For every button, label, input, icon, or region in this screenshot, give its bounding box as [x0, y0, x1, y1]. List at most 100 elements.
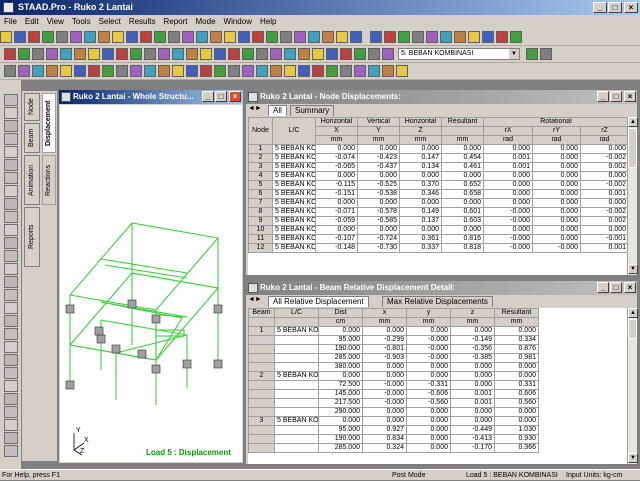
value-cell[interactable]: 0.000 [532, 225, 581, 235]
value-cell[interactable]: 0.000 [450, 416, 495, 426]
value-cell[interactable]: 0.000 [406, 326, 451, 336]
value-cell[interactable]: 0.149 [399, 207, 442, 217]
value-cell[interactable]: 217.500 [318, 398, 363, 408]
table-row[interactable]: 15 BEBAN KO 0.000 0.000 0.000 0.000 0.000 0.00… [248, 144, 628, 154]
value-cell[interactable]: -0.149 [450, 335, 495, 345]
lc-cell[interactable] [274, 389, 319, 399]
zoom-icon[interactable] [242, 65, 254, 77]
value-cell[interactable]: -0.299 [362, 335, 407, 345]
value-cell[interactable]: 0.001 [483, 153, 533, 163]
node-id-cell[interactable]: 7 [248, 198, 273, 208]
value-cell[interactable]: 0.001 [579, 243, 628, 253]
redo-icon[interactable] [228, 65, 240, 77]
beam-relative-displacement-window[interactable]: Ruko 2 Lantai - Beam Relative Displaceme… [245, 280, 638, 465]
value-cell[interactable]: 0.000 [362, 371, 407, 381]
menu-view[interactable]: View [43, 15, 68, 29]
value-cell[interactable]: -0.423 [357, 153, 400, 163]
value-cell[interactable]: 0.000 [406, 425, 451, 435]
value-cell[interactable]: 0.834 [362, 434, 407, 444]
redo-icon[interactable] [60, 65, 72, 77]
value-cell[interactable]: -0.065 [315, 162, 358, 172]
value-cell[interactable]: 95.000 [318, 335, 363, 345]
print-icon[interactable] [210, 31, 222, 43]
value-cell[interactable]: 0.000 [532, 153, 581, 163]
value-cell[interactable]: -0.148 [315, 243, 358, 253]
value-cell[interactable]: -0.801 [362, 344, 407, 354]
rotate-icon[interactable] [116, 48, 128, 60]
save-icon[interactable] [340, 48, 352, 60]
value-cell[interactable]: 0.000 [441, 198, 484, 208]
value-cell[interactable]: 0.000 [494, 362, 539, 372]
lc-cell[interactable] [274, 425, 319, 435]
open-folder-icon[interactable] [298, 65, 310, 77]
redo-icon[interactable] [112, 31, 124, 43]
value-cell[interactable]: 0.137 [399, 216, 442, 226]
value-cell[interactable]: -0.000 [483, 243, 533, 253]
new-file-icon[interactable] [312, 48, 324, 60]
node-id-cell[interactable]: 9 [248, 216, 273, 226]
value-cell[interactable]: 0.366 [494, 443, 539, 453]
value-cell[interactable]: -0.356 [450, 344, 495, 354]
beam-id-cell[interactable] [248, 434, 275, 444]
lc-cell[interactable]: 5 BEBAN KO [272, 153, 316, 163]
value-cell[interactable]: 0.346 [399, 189, 442, 199]
value-cell[interactable]: -0.170 [450, 443, 495, 453]
paste-icon[interactable] [32, 65, 44, 77]
open-folder-icon[interactable] [130, 65, 142, 77]
value-cell[interactable]: 0.000 [406, 443, 451, 453]
paste-icon[interactable] [368, 65, 380, 77]
value-cell[interactable]: -0.000 [362, 389, 407, 399]
new-file-icon[interactable] [116, 65, 128, 77]
value-cell[interactable]: 0.000 [494, 416, 539, 426]
beam-id-cell[interactable]: 3 [248, 416, 275, 426]
tool-icon[interactable] [4, 432, 18, 444]
cut-icon[interactable] [172, 65, 184, 77]
value-cell[interactable]: 0.000 [532, 171, 581, 181]
print-icon[interactable] [398, 31, 410, 43]
new-file-icon[interactable] [168, 31, 180, 43]
select-icon[interactable] [270, 65, 282, 77]
node-id-cell[interactable]: 12 [248, 243, 273, 253]
copy-icon[interactable] [238, 31, 250, 43]
table-row[interactable]: 35 BEBAN KO 0.000 0.000 0.000 0.000 0.000 [248, 416, 539, 426]
node-id-cell[interactable]: 2 [248, 153, 273, 163]
value-cell[interactable]: 0.000 [357, 171, 400, 181]
value-cell[interactable]: 72.500 [318, 380, 363, 390]
beam-id-cell[interactable] [248, 425, 275, 435]
cut-icon[interactable] [412, 31, 424, 43]
cut-icon[interactable] [540, 48, 552, 60]
value-cell[interactable]: 0.000 [357, 198, 400, 208]
tool-icon[interactable] [4, 354, 18, 366]
open-folder-icon[interactable] [370, 31, 382, 43]
tab-all-relative[interactable]: All Relative Displacement [268, 296, 369, 307]
scroll-thumb[interactable] [628, 319, 637, 339]
cut-icon[interactable] [4, 65, 16, 77]
select-icon[interactable] [298, 48, 310, 60]
value-cell[interactable]: 0.000 [450, 326, 495, 336]
lc-cell[interactable]: 5 BEBAN KO [272, 207, 316, 217]
value-cell[interactable]: -0.151 [315, 189, 358, 199]
value-cell[interactable]: -0.000 [483, 207, 533, 217]
scroll-up-icon[interactable]: ▲ [628, 117, 638, 127]
table-row[interactable]: 217.500 -0.000 -0.560 0.001 0.560 [248, 398, 539, 408]
zoom-icon[interactable] [74, 65, 86, 77]
save-icon[interactable] [172, 48, 184, 60]
tool-icon[interactable] [4, 159, 18, 171]
cut-icon[interactable] [200, 48, 212, 60]
value-cell[interactable]: 0.876 [494, 344, 539, 354]
maximize-button[interactable]: □ [215, 91, 227, 102]
value-cell[interactable]: -0.385 [450, 353, 495, 363]
value-cell[interactable]: 0.000 [357, 225, 400, 235]
value-cell[interactable]: 0.000 [450, 371, 495, 381]
table-row[interactable]: 75 BEBAN KO 0.000 0.000 0.000 0.000 0.000 0.00… [248, 198, 628, 208]
node-id-cell[interactable]: 8 [248, 207, 273, 217]
node-id-cell[interactable]: 4 [248, 171, 273, 181]
lc-cell[interactable]: 5 BEBAN KO [272, 216, 316, 226]
cut-icon[interactable] [368, 48, 380, 60]
tab-reactions[interactable]: Reactions [42, 155, 56, 205]
tool-icon[interactable] [4, 393, 18, 405]
value-cell[interactable]: 0.000 [494, 407, 539, 417]
lc-cell[interactable]: 5 BEBAN KO [272, 171, 316, 181]
tool-icon[interactable] [4, 94, 18, 106]
tool-icon[interactable] [4, 211, 18, 223]
